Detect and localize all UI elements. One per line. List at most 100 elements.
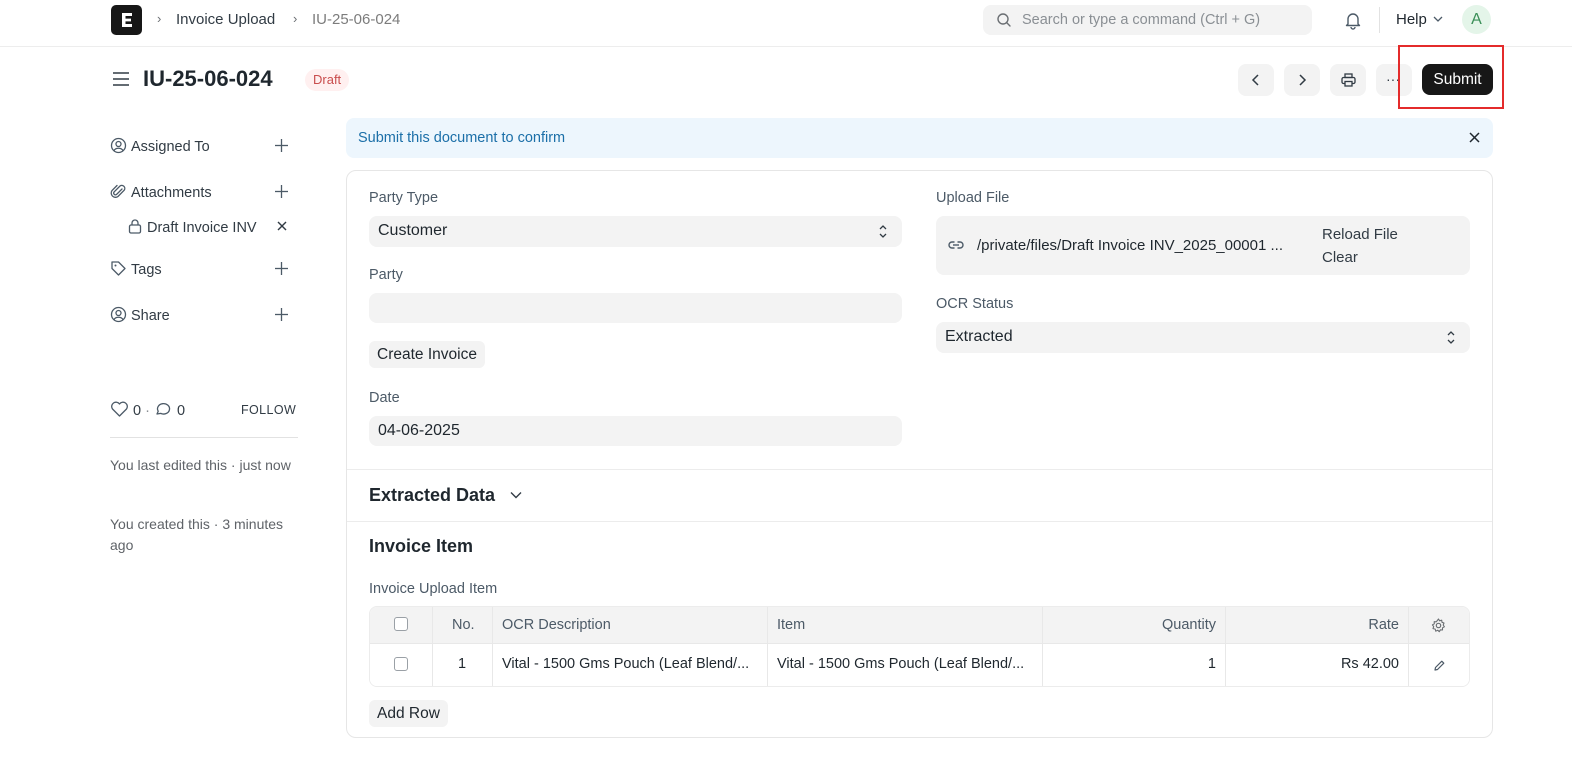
help-menu[interactable]: Help [1396, 11, 1427, 28]
column-divider [767, 607, 768, 686]
printer-icon [1341, 73, 1356, 87]
previous-document-button[interactable] [1238, 64, 1274, 96]
navbar: › Invoice Upload › IU-25-06-024 Search o… [0, 0, 1572, 47]
column-header-item: Item [777, 617, 806, 633]
search-icon [997, 13, 1011, 27]
paperclip-icon [110, 184, 126, 198]
reload-file-button[interactable]: Reload File [1322, 226, 1398, 243]
column-divider [1042, 607, 1043, 686]
date-input[interactable]: 04-06-2025 [369, 416, 902, 446]
clear-file-button[interactable]: Clear [1322, 249, 1358, 266]
assign-user-icon [110, 137, 127, 154]
row-checkbox[interactable] [394, 657, 408, 671]
party-type-label: Party Type [369, 190, 439, 206]
column-header-ocr-description: OCR Description [502, 617, 611, 633]
submit-alert: Submit this document to confirm [346, 118, 1493, 158]
activity-last-edited: You last edited this · just now [110, 457, 291, 473]
breadcrumb-document[interactable]: IU-25-06-024 [312, 11, 400, 28]
grid-label: Invoice Upload Item [369, 581, 498, 597]
row-item[interactable]: Vital - 1500 Gms Pouch (Leaf Blend/... [777, 656, 1024, 672]
column-header-quantity: Quantity [1162, 617, 1216, 633]
alert-message: Submit this document to confirm [358, 130, 566, 146]
select-arrows-icon [879, 225, 887, 238]
sidebar-tags[interactable]: Tags [110, 260, 162, 278]
sidebar-assigned-to[interactable]: Assigned To [110, 137, 210, 155]
add-assignee-icon[interactable] [274, 138, 289, 153]
table-row[interactable]: 1 Vital - 1500 Gms Pouch (Leaf Blend/...… [370, 643, 1469, 686]
add-tag-icon[interactable] [274, 261, 289, 276]
follow-button[interactable]: FOLLOW [241, 403, 296, 417]
attachment-file-name: Draft Invoice INV [147, 220, 257, 236]
link-icon [948, 241, 964, 249]
attachment-file-link[interactable]: Draft Invoice INV [128, 219, 257, 236]
column-divider [432, 607, 433, 686]
column-divider [492, 607, 493, 686]
column-header-rate: Rate [1368, 617, 1399, 633]
table-header: No. OCR Description Item Quantity Rate [370, 607, 1469, 643]
sidebar-divider [110, 437, 298, 438]
row-rate[interactable]: Rs 42.00 [1341, 656, 1399, 672]
lock-icon [128, 219, 142, 234]
share-user-icon [110, 306, 127, 323]
tag-icon [111, 261, 126, 276]
upload-file-label: Upload File [936, 190, 1010, 206]
row-quantity[interactable]: 1 [1208, 656, 1216, 672]
column-header-no: No. [452, 617, 475, 633]
party-input[interactable] [369, 293, 902, 323]
ocr-status-select[interactable]: Extracted [936, 322, 1470, 353]
column-divider [1408, 607, 1409, 686]
status-badge: Draft [305, 69, 350, 91]
sidebar-tags-label: Tags [131, 262, 162, 278]
chevron-left-icon [1251, 74, 1259, 86]
sidebar-share-label: Share [131, 308, 170, 324]
like-count: 0 [133, 403, 142, 419]
ocr-status-label: OCR Status [936, 296, 1014, 312]
close-icon[interactable] [1468, 131, 1481, 144]
add-attachment-icon[interactable] [274, 184, 289, 199]
sidebar-attachments[interactable]: Attachments [110, 183, 212, 201]
section-divider [347, 469, 1492, 470]
breadcrumb-separator: › [293, 11, 298, 26]
add-row-button[interactable]: Add Row [369, 700, 448, 727]
breadcrumb-separator: › [157, 11, 162, 26]
invoice-upload-item-table: No. OCR Description Item Quantity Rate 1… [369, 606, 1470, 687]
select-all-checkbox[interactable] [394, 617, 408, 631]
sidebar-toggle-icon[interactable] [112, 71, 130, 87]
party-type-select[interactable]: Customer [369, 216, 902, 247]
print-button[interactable] [1330, 64, 1366, 96]
upload-file-control: /private/files/Draft Invoice INV_2025_00… [936, 216, 1470, 275]
heart-icon[interactable] [110, 401, 129, 418]
extracted-data-section-toggle[interactable]: Extracted Data [369, 485, 495, 506]
page-title: IU-25-06-024 [143, 66, 273, 91]
edit-pencil-icon[interactable] [1433, 659, 1446, 672]
upload-file-path-link[interactable]: /private/files/Draft Invoice INV_2025_00… [977, 237, 1283, 254]
gear-icon[interactable] [1431, 618, 1446, 633]
chevron-down-icon[interactable] [510, 491, 522, 500]
date-value: 04-06-2025 [378, 422, 460, 439]
sidebar-assigned-to-label: Assigned To [131, 139, 210, 155]
next-document-button[interactable] [1284, 64, 1320, 96]
search-input[interactable]: Search or type a command (Ctrl + G) [983, 5, 1312, 35]
ocr-status-value: Extracted [945, 328, 1013, 345]
sidebar-share[interactable]: Share [110, 306, 170, 324]
activity-created: You created this · 3 minutes ago [110, 516, 284, 553]
breadcrumb-invoice-upload[interactable]: Invoice Upload [176, 11, 275, 28]
logo-e-icon [122, 13, 132, 27]
row-ocr-description[interactable]: Vital - 1500 Gms Pouch (Leaf Blend/... [502, 656, 749, 672]
remove-attachment-icon[interactable] [276, 220, 288, 232]
user-avatar[interactable]: A [1462, 5, 1491, 34]
add-share-icon[interactable] [274, 307, 289, 322]
create-invoice-button[interactable]: Create Invoice [369, 341, 485, 368]
count-separator: · [145, 403, 150, 419]
header-divider [370, 643, 1469, 644]
chevron-down-icon[interactable] [1433, 16, 1443, 23]
comment-icon[interactable] [154, 401, 173, 418]
section-divider [347, 521, 1492, 522]
sidebar-attachments-label: Attachments [131, 185, 212, 201]
comment-count: 0 [177, 403, 186, 419]
column-divider [1225, 607, 1226, 686]
row-no: 1 [458, 656, 467, 672]
notification-bell-icon[interactable] [1343, 10, 1363, 30]
app-logo[interactable] [111, 5, 142, 35]
date-label: Date [369, 390, 400, 406]
